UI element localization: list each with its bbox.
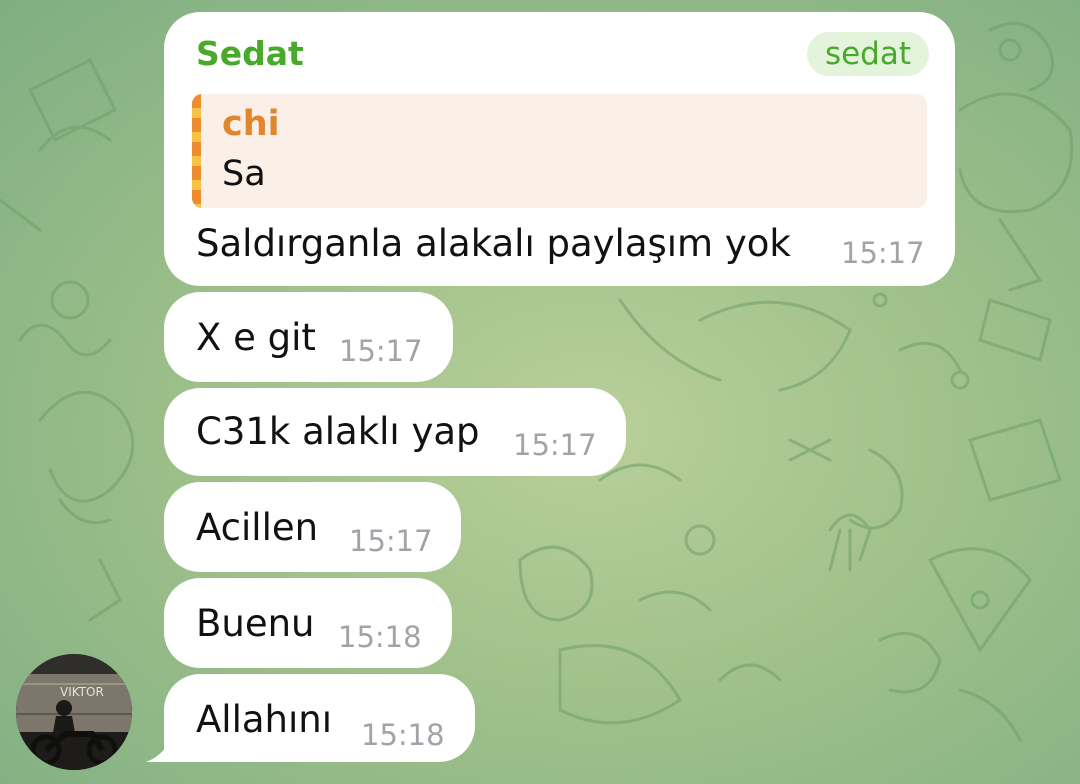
message-text: Allahını [196, 698, 333, 741]
message-text: X e git [196, 316, 316, 359]
message-bubble[interactable]: Acillen 15:17 [164, 482, 461, 572]
message-text: Saldırganla alakalı paylaşım yok [196, 222, 791, 265]
reply-accent-bar [192, 94, 201, 208]
bubble-tail [146, 728, 186, 762]
reply-text: Sa [222, 154, 266, 194]
message-time: 15:17 [349, 524, 433, 558]
sender-tag-badge: sedat [806, 32, 929, 76]
message-text: Acillen [196, 506, 319, 549]
message-time: 15:18 [338, 620, 422, 654]
reply-quote[interactable]: chi Sa [192, 94, 927, 208]
sender-name[interactable]: Sedat [196, 34, 304, 73]
message-time: 15:17 [513, 428, 597, 462]
message-bubble[interactable]: Buenu 15:18 [164, 578, 452, 668]
sender-avatar[interactable]: VIKTOR [16, 654, 132, 770]
message-text: C31k alaklı yap [196, 410, 480, 453]
message-bubble[interactable]: Allahını 15:18 [164, 674, 475, 762]
reply-author: chi [222, 104, 280, 144]
avatar-sign-text: VIKTOR [60, 685, 104, 699]
message-time: 15:17 [339, 334, 423, 368]
message-text: Buenu [196, 602, 315, 645]
message-time: 15:18 [361, 718, 445, 752]
avatar-image: VIKTOR [16, 654, 132, 770]
message-time: 15:17 [841, 236, 925, 270]
message-bubble[interactable]: X e git 15:17 [164, 292, 453, 382]
message-bubble[interactable]: C31k alaklı yap 15:17 [164, 388, 626, 476]
message-bubble[interactable]: Sedat sedat chi Sa Saldırganla alakalı p… [164, 12, 955, 286]
